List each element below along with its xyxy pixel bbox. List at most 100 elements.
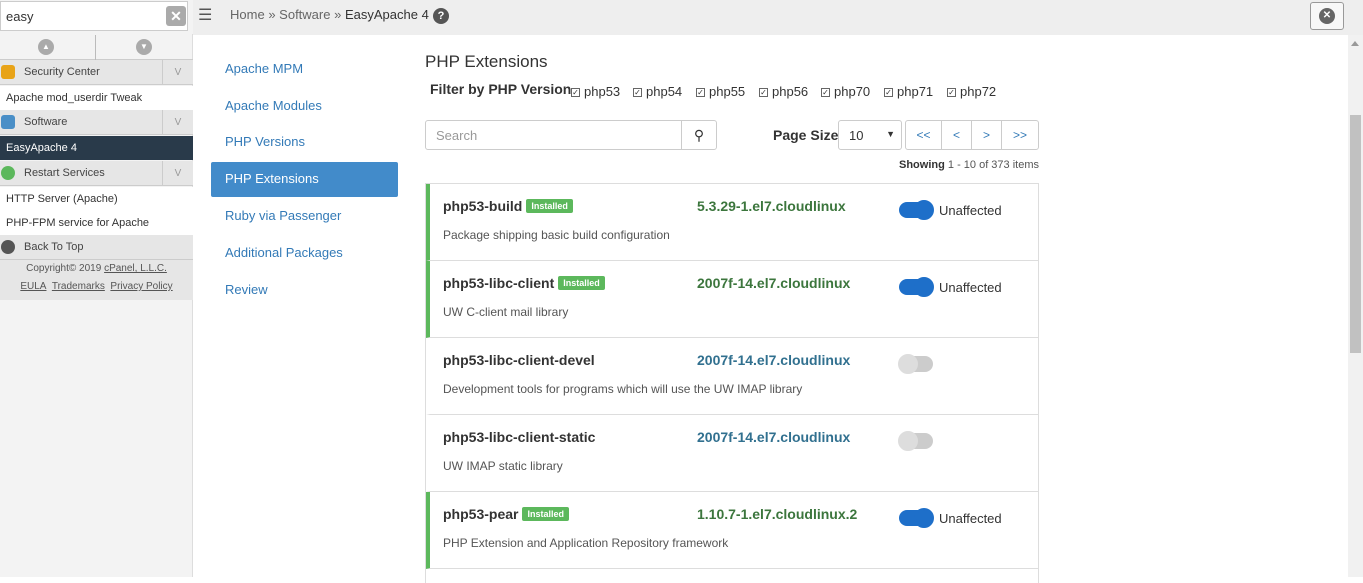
cpanel-link[interactable]: cPanel, L.L.C. <box>104 263 167 274</box>
sidebar-category-software[interactable]: Software V <box>0 110 193 135</box>
page-size-label: Page Size <box>773 127 839 143</box>
privacy-policy-link[interactable]: Privacy Policy <box>110 281 172 292</box>
breadcrumb-software[interactable]: Software <box>279 7 330 22</box>
installed-badge: Installed <box>526 199 573 213</box>
package-toggle[interactable] <box>899 200 934 220</box>
package-version: 2007f-14.el7.cloudlinux <box>697 429 851 445</box>
filter-php53[interactable]: ✓ php53 <box>571 84 620 99</box>
package-row: php53-libc-client-static 2007f-14.el7.cl… <box>426 415 1038 492</box>
help-icon[interactable]: ? <box>433 8 449 24</box>
page-size-value: 10 <box>849 128 864 143</box>
filter-php72[interactable]: ✓ php72 <box>947 84 996 99</box>
nav-php-versions[interactable]: PHP Versions <box>211 125 398 160</box>
prev-page-button[interactable]: < <box>941 120 972 150</box>
sidebar-item-easyapache[interactable]: EasyApache 4 <box>0 136 193 160</box>
page-scrollbar[interactable] <box>1348 35 1363 577</box>
checkbox-checked-icon: ✓ <box>884 88 893 97</box>
breadcrumb-separator: » <box>334 7 342 22</box>
back-to-top-label: Back To Top <box>24 241 84 253</box>
package-toggle[interactable] <box>898 354 933 374</box>
last-page-button[interactable]: >> <box>1001 120 1039 150</box>
package-name-text: php53-build <box>443 198 523 214</box>
copyright-text: Copyright© 2019 <box>26 263 102 274</box>
sidebar-category-security-center[interactable]: Security Center V <box>0 60 193 85</box>
package-status: Unaffected <box>939 280 1002 295</box>
clear-search-icon[interactable]: ✕ <box>166 6 186 26</box>
showing-range: 1 - 10 of 373 items <box>947 159 1039 171</box>
filter-php70[interactable]: ✓ php70 <box>821 84 870 99</box>
first-page-button[interactable]: << <box>905 120 942 150</box>
package-description: UW IMAP static library <box>443 459 563 473</box>
package-version: 5.3.29-1.el7.cloudlinux <box>697 198 846 214</box>
sidebar-scroll-arrows: ▲ ▼ <box>0 35 193 60</box>
package-version: 2007f-14.el7.cloudlinux <box>697 352 851 368</box>
filter-label-text: php70 <box>834 84 871 99</box>
lock-icon <box>1 65 15 79</box>
package-toggle[interactable] <box>898 431 933 451</box>
nav-apache-modules[interactable]: Apache Modules <box>211 89 398 124</box>
package-version: 1.10.7-1.el7.cloudlinux.2 <box>697 506 858 522</box>
package-toggle[interactable] <box>899 508 934 528</box>
copyright: Copyright© 2019 cPanel, L.L.C. EULA Trad… <box>0 260 193 300</box>
sidebar-category-label: Restart Services <box>24 167 105 179</box>
arrow-up-icon <box>1 240 15 254</box>
filter-php56[interactable]: ✓ php56 <box>759 84 808 99</box>
sidebar-search-input[interactable]: easy <box>0 1 188 31</box>
trademarks-link[interactable]: Trademarks <box>52 281 105 292</box>
eula-link[interactable]: EULA <box>20 281 46 292</box>
search-button[interactable]: ⚲ <box>681 120 717 150</box>
back-to-top[interactable]: Back To Top <box>0 235 193 260</box>
package-name-text: php53-libc-client <box>443 275 555 291</box>
scroll-down-icon[interactable]: ▼ <box>136 39 152 55</box>
filter-php54[interactable]: ✓ php54 <box>633 84 682 99</box>
sidebar-item-http-server[interactable]: HTTP Server (Apache) <box>0 187 193 211</box>
chevron-down-icon[interactable]: V <box>162 161 193 186</box>
package-row: php53-libc-client-devel 2007f-14.el7.clo… <box>426 338 1038 415</box>
package-name: php53-pear Installed <box>443 506 569 522</box>
filter-php55[interactable]: ✓ php55 <box>696 84 745 99</box>
package-description: PHP Extension and Application Repository… <box>443 536 729 550</box>
search-icon: ⚲ <box>693 127 705 143</box>
scroll-up-icon[interactable]: ▲ <box>38 39 54 55</box>
close-button[interactable]: ✕ <box>1310 2 1344 30</box>
breadcrumb-home[interactable]: Home <box>230 7 265 22</box>
sidebar-category-label: Security Center <box>24 66 100 78</box>
checkbox-checked-icon: ✓ <box>633 88 642 97</box>
nav-ruby-passenger[interactable]: Ruby via Passenger <box>211 199 398 234</box>
scroll-up-arrow-icon[interactable] <box>1351 41 1359 46</box>
filter-php71[interactable]: ✓ php71 <box>884 84 933 99</box>
nav-apache-mpm[interactable]: Apache MPM <box>211 52 398 87</box>
installed-badge: Installed <box>522 507 569 521</box>
sidebar: easy ✕ ▲ ▼ Security Center V Apache mod_… <box>0 0 193 577</box>
software-icon <box>1 115 15 129</box>
breadcrumb-current: EasyApache 4 <box>344 7 429 22</box>
caret-down-icon: ▼ <box>886 129 895 139</box>
filter-label-text: php71 <box>897 84 934 99</box>
sidebar-category-restart-services[interactable]: Restart Services V <box>0 161 193 186</box>
sidebar-category-label: Software <box>24 116 68 128</box>
page-title: PHP Extensions <box>425 52 548 71</box>
breadcrumb: Home » Software » EasyApache 4 <box>230 7 429 22</box>
filter-label: Filter by PHP Version <box>430 81 572 97</box>
checkbox-checked-icon: ✓ <box>947 88 956 97</box>
nav-review[interactable]: Review <box>211 273 398 308</box>
scrollbar-thumb[interactable] <box>1350 115 1361 353</box>
sidebar-item-userdir[interactable]: Apache mod_userdir Tweak <box>0 86 193 110</box>
nav-php-extensions[interactable]: PHP Extensions <box>211 162 398 197</box>
package-search-input[interactable]: Search <box>425 120 682 150</box>
page-size-select[interactable]: 10 ▼ <box>838 120 902 150</box>
nav-additional-packages[interactable]: Additional Packages <box>211 236 398 271</box>
package-row: php53-build Installed 5.3.29-1.el7.cloudl… <box>426 184 1038 261</box>
package-name-text: php53-libc-client-static <box>443 429 596 445</box>
chevron-down-icon[interactable]: V <box>162 60 193 85</box>
collapse-menu-icon[interactable]: ☰ <box>198 5 218 24</box>
sidebar-search: easy ✕ <box>0 0 193 34</box>
sidebar-item-php-fpm[interactable]: PHP-FPM service for Apache <box>0 211 193 235</box>
package-toggle[interactable] <box>899 277 934 297</box>
chevron-down-icon[interactable]: V <box>162 110 193 135</box>
restart-icon <box>1 166 15 180</box>
package-description: UW C-client mail library <box>443 305 569 319</box>
checkbox-checked-icon: ✓ <box>696 88 705 97</box>
next-page-button[interactable]: > <box>971 120 1002 150</box>
package-list: php53-build Installed 5.3.29-1.el7.cloudl… <box>425 183 1039 583</box>
